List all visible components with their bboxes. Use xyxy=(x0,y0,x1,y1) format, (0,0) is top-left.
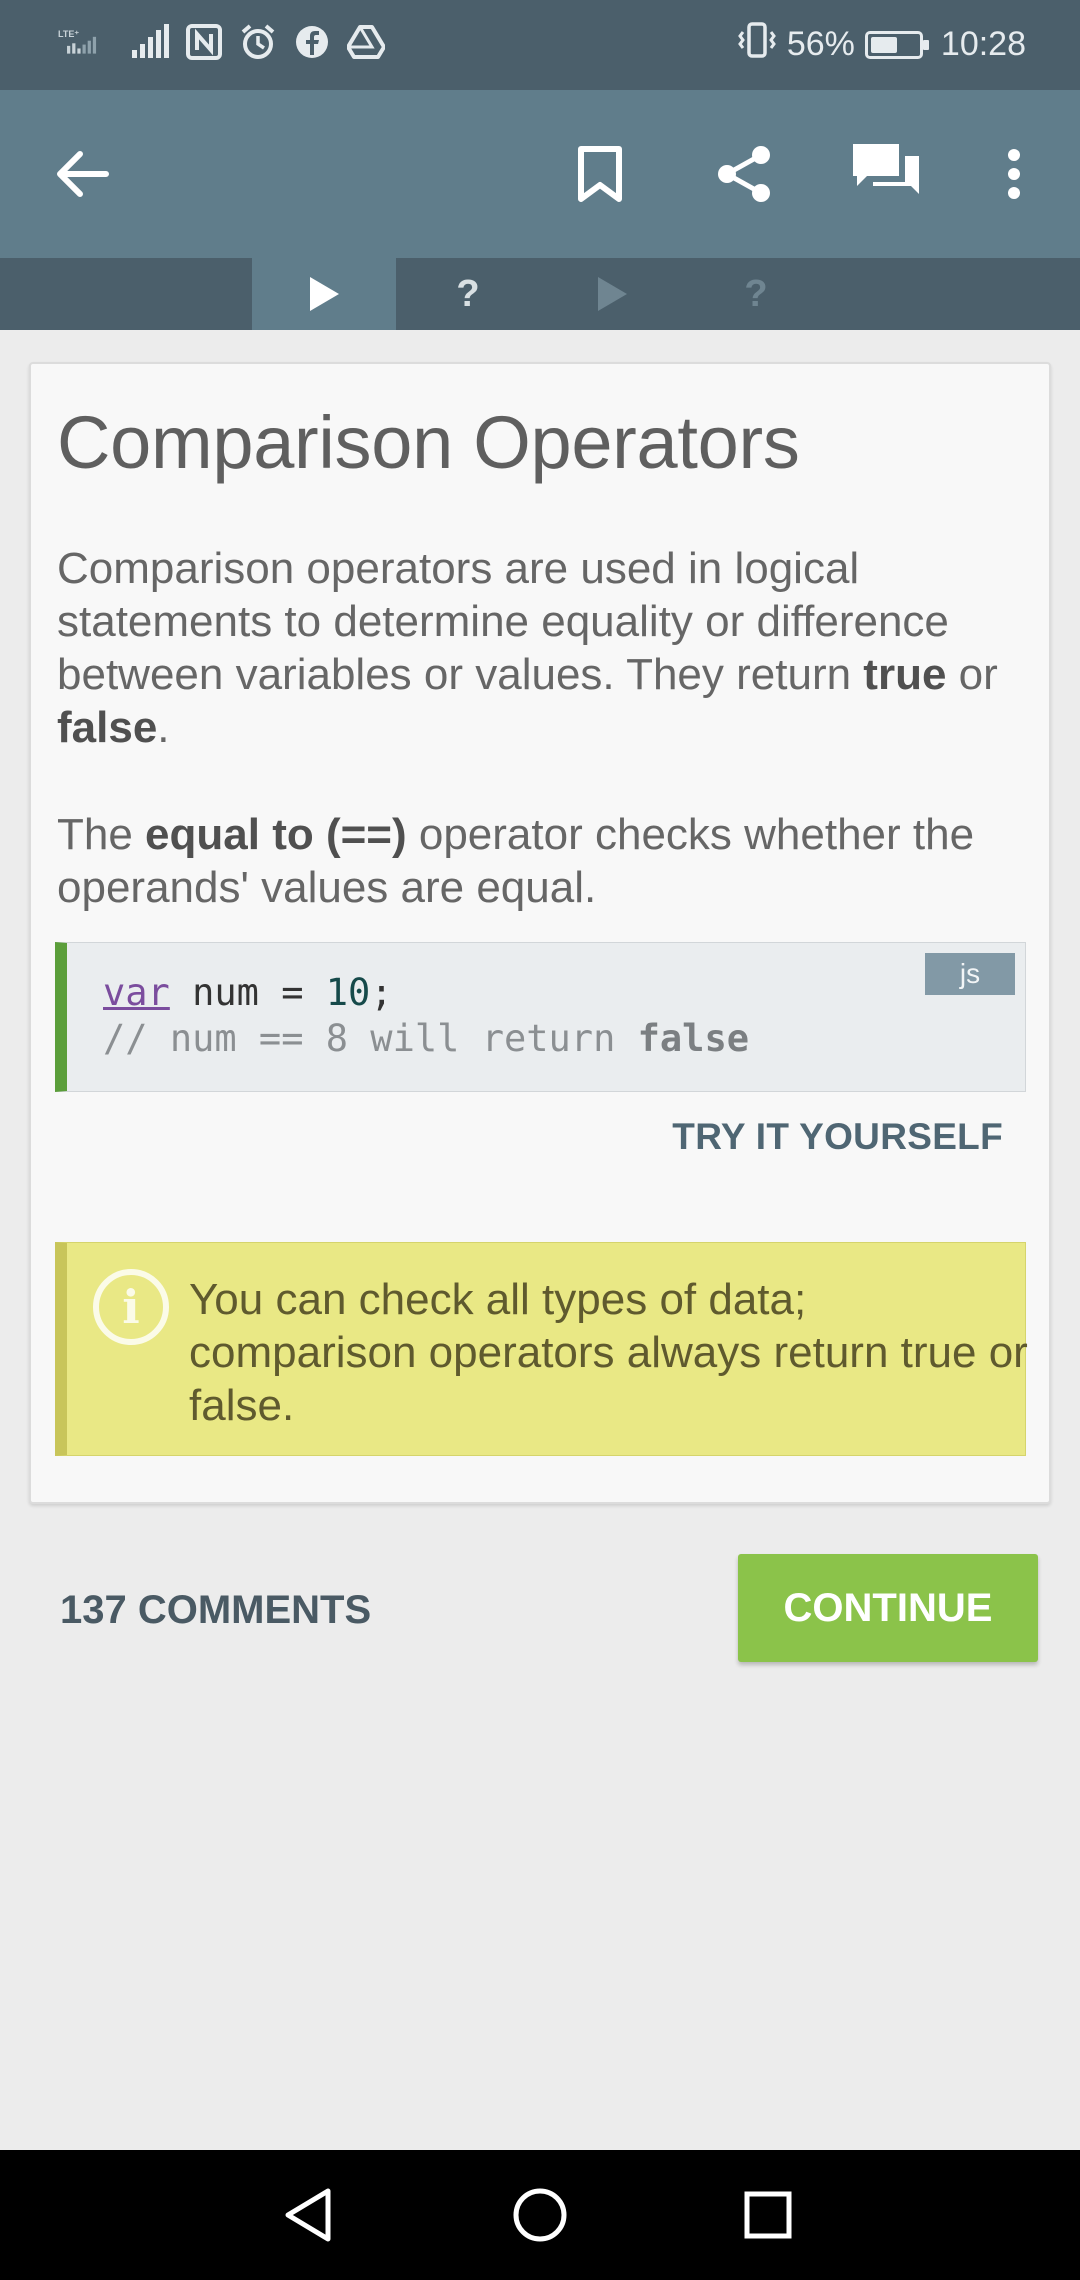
lesson-progress-bar: ? ? xyxy=(0,258,1080,330)
more-options-button[interactable] xyxy=(966,126,1062,222)
info-icon: i xyxy=(93,1269,169,1345)
bold-operator: equal to (==) xyxy=(145,810,407,859)
code-keyword[interactable]: var xyxy=(103,971,170,1014)
battery-level xyxy=(870,36,897,53)
nav-home-button[interactable] xyxy=(500,2180,580,2250)
code-comment-strong: false xyxy=(637,1017,750,1060)
lesson-paragraph-2: The equal to (==) operator checks whethe… xyxy=(57,808,1037,914)
paragraph-text: The xyxy=(57,810,146,859)
lesson-title: Comparison Operators xyxy=(57,401,800,484)
nav-recents-icon xyxy=(744,2191,792,2239)
status-icons-right: 56% 10:28 xyxy=(737,22,1026,67)
share-button[interactable] xyxy=(696,126,792,222)
code-comment: // num == 8 will return xyxy=(103,1017,638,1060)
back-arrow-icon xyxy=(57,151,109,197)
battery-icon xyxy=(864,30,929,59)
nav-back-icon xyxy=(285,2188,331,2242)
info-note: i You can check all types of data; compa… xyxy=(55,1242,1028,1456)
step-4-quiz[interactable]: ? xyxy=(684,258,828,330)
code-text: ; xyxy=(370,971,393,1014)
code-snippet: var num = 10; // num == 8 will return fa… xyxy=(55,942,1026,1092)
signal-icon xyxy=(130,20,170,64)
comments-button[interactable] xyxy=(838,126,934,222)
paragraph-text: or xyxy=(946,650,998,699)
nav-back-button[interactable] xyxy=(268,2180,348,2250)
continue-button[interactable]: CONTINUE xyxy=(738,1554,1038,1662)
more-vert-icon xyxy=(1008,149,1020,199)
back-button[interactable] xyxy=(34,126,130,222)
system-nav-bar xyxy=(0,2150,1080,2280)
try-it-yourself-button[interactable]: TRY IT YOURSELF xyxy=(672,1116,1003,1158)
note-text: You can check all types of data; compari… xyxy=(189,1275,1028,1430)
code-number: 10 xyxy=(325,971,371,1014)
alarm-icon xyxy=(238,20,278,64)
bold-true: true xyxy=(863,650,947,699)
nfc-icon xyxy=(184,20,224,64)
app-bar xyxy=(0,90,1080,258)
lesson-card: Comparison Operators Comparison operator… xyxy=(29,362,1051,1504)
step-1-lesson[interactable] xyxy=(252,258,396,330)
question-mark-icon: ? xyxy=(456,272,480,315)
lesson-paragraph-1: Comparison operators are used in logical… xyxy=(57,542,1037,754)
status-bar: LTE⁺ 56% 10:28 xyxy=(0,0,1080,90)
svg-text:LTE⁺: LTE⁺ xyxy=(58,29,79,39)
battery-percent: 56% xyxy=(786,25,855,63)
bookmark-icon xyxy=(578,146,622,202)
step-3-lesson[interactable] xyxy=(540,258,684,330)
facebook-icon xyxy=(292,20,332,64)
drive-icon xyxy=(346,20,386,64)
language-badge: js xyxy=(925,953,1015,995)
status-time: 10:28 xyxy=(940,25,1026,63)
bookmark-button[interactable] xyxy=(552,126,648,222)
code-line-2: // num == 8 will return false xyxy=(103,1017,749,1060)
comments-icon xyxy=(853,144,919,194)
question-mark-icon: ? xyxy=(744,272,768,315)
step-2-quiz[interactable]: ? xyxy=(396,258,540,330)
paragraph-text: . xyxy=(157,703,170,752)
lte-signal-icon: LTE⁺ xyxy=(58,20,98,64)
vibrate-icon xyxy=(737,22,777,67)
play-icon xyxy=(598,277,627,311)
comments-link[interactable]: 137 COMMENTS xyxy=(60,1588,371,1633)
nav-home-icon xyxy=(513,2188,567,2242)
code-line-1: var num = 10; xyxy=(103,971,393,1014)
status-icons-left: LTE⁺ xyxy=(58,20,386,64)
bold-false: false xyxy=(57,703,158,752)
code-text: num = xyxy=(169,971,326,1014)
nav-recents-button[interactable] xyxy=(728,2180,808,2250)
share-icon xyxy=(718,146,770,202)
paragraph-text: Comparison operators are used in logical… xyxy=(57,544,949,699)
play-icon xyxy=(310,277,339,311)
